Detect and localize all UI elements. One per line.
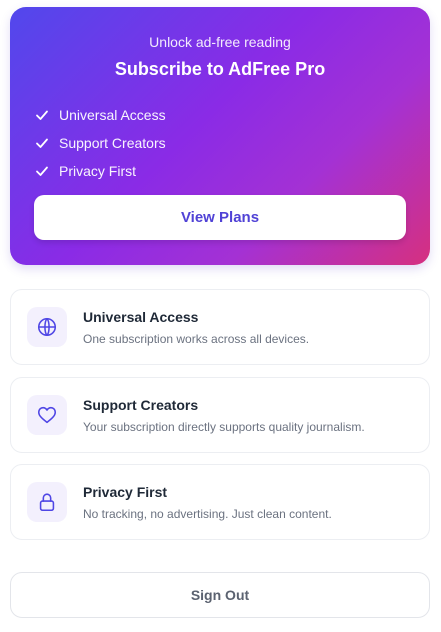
info-card-privacy-first: Privacy First No tracking, no advertisin… [10, 464, 430, 540]
card-description: One subscription works across all device… [83, 332, 310, 346]
card-title: Support Creators [83, 397, 199, 413]
globe-icon [27, 307, 67, 347]
check-icon [35, 108, 49, 122]
check-icon [35, 164, 49, 178]
feature-item-support-creators: Support Creators [35, 129, 166, 157]
feature-label: Privacy First [59, 163, 136, 179]
check-icon [35, 136, 49, 150]
feature-label: Support Creators [59, 135, 166, 151]
lock-icon [27, 482, 67, 522]
card-description: Your subscription directly supports qual… [83, 420, 365, 434]
feature-checklist: Universal Access Support Creators Privac… [35, 101, 166, 185]
feature-label: Universal Access [59, 107, 166, 123]
heart-icon [27, 395, 67, 435]
feature-item-universal-access: Universal Access [35, 101, 166, 129]
subscription-hero-banner: Unlock ad-free reading Subscribe to AdFr… [10, 7, 430, 265]
hero-eyebrow-text: Unlock ad-free reading [149, 34, 291, 50]
hero-title: Subscribe to AdFree Pro [114, 59, 326, 79]
info-card-support-creators: Support Creators Your subscription direc… [10, 377, 430, 453]
info-card-universal-access: Universal Access One subscription works … [10, 289, 430, 365]
view-plans-button[interactable]: View Plans [34, 195, 406, 240]
card-title: Universal Access [83, 309, 199, 325]
sign-out-button[interactable]: Sign Out [10, 572, 430, 618]
card-description: No tracking, no advertising. Just clean … [83, 507, 332, 521]
card-title: Privacy First [83, 484, 168, 500]
feature-item-privacy-first: Privacy First [35, 157, 166, 185]
